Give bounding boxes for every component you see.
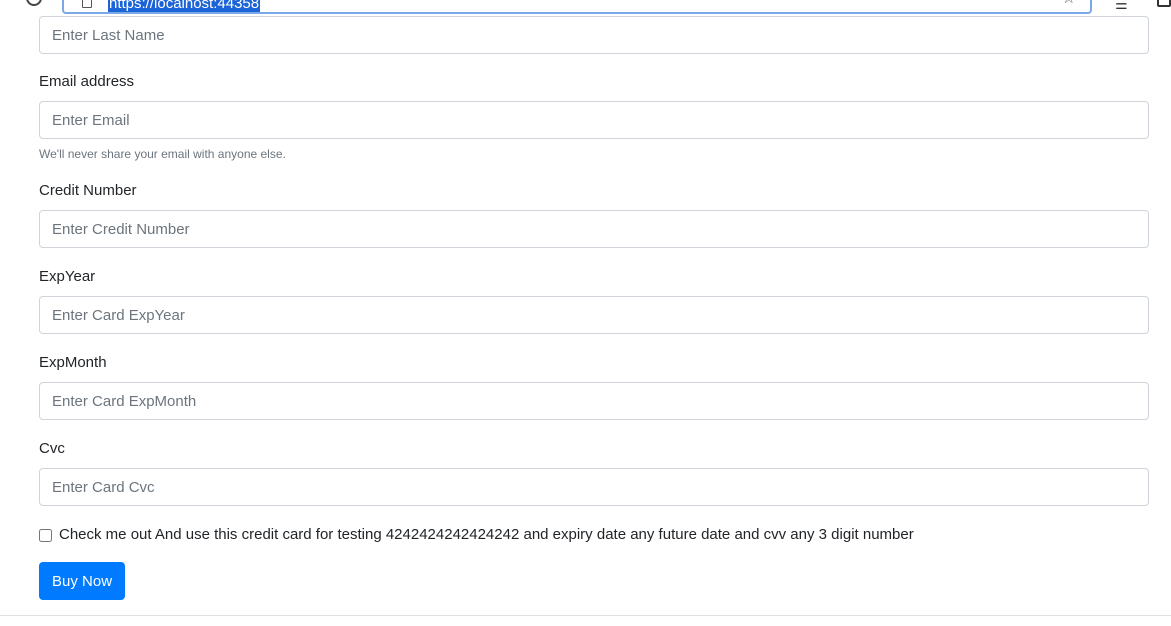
cvc-input[interactable]	[39, 468, 1149, 506]
credit-number-label: Credit Number	[39, 182, 137, 199]
email-help-text: We'll never share your email with anyone…	[39, 147, 286, 161]
credit-number-input[interactable]	[39, 210, 1149, 248]
last-name-input[interactable]	[39, 16, 1149, 54]
reload-icon[interactable]	[26, 0, 42, 6]
buy-now-button[interactable]: Buy Now	[39, 562, 126, 600]
test-card-check-row: Check me out And use this credit card fo…	[39, 525, 914, 545]
footer-divider	[0, 615, 1171, 616]
collections-icon[interactable]	[1157, 0, 1171, 7]
browser-toolbar: https://localhost:44358 ☆ ☰	[0, 0, 1171, 16]
page-icon	[82, 0, 92, 8]
address-url[interactable]: https://localhost:44358	[108, 0, 261, 12]
reading-list-icon[interactable]: ☰	[1115, 0, 1128, 11]
star-icon[interactable]: ☆	[1062, 0, 1076, 7]
exp-month-input[interactable]	[39, 382, 1149, 420]
email-input[interactable]	[39, 101, 1149, 139]
exp-year-label: ExpYear	[39, 268, 96, 285]
exp-year-input[interactable]	[39, 296, 1149, 334]
check-me-out-checkbox[interactable]	[39, 528, 52, 542]
address-bar[interactable]: https://localhost:44358 ☆	[62, 0, 1092, 14]
exp-month-label: ExpMonth	[39, 354, 107, 371]
cvc-label: Cvc	[39, 440, 65, 457]
check-me-out-label[interactable]: Check me out And use this credit card fo…	[59, 526, 914, 544]
email-label: Email address	[39, 73, 135, 90]
